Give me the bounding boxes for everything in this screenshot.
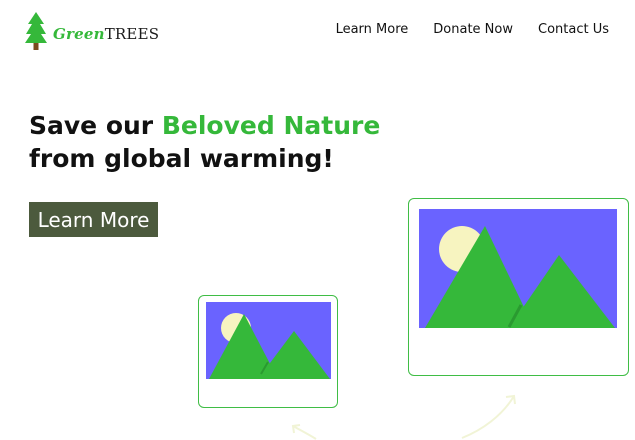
image-placeholder-icon — [419, 209, 617, 328]
curved-arrow-icon — [461, 394, 516, 439]
hero-title-accent: Beloved Nature — [161, 111, 381, 140]
hero-title-part1: Save our — [29, 111, 162, 140]
nav-learn-more[interactable]: Learn More — [336, 22, 409, 37]
learn-more-button[interactable]: Learn More — [29, 202, 158, 237]
nav-contact-us[interactable]: Contact Us — [538, 22, 609, 37]
image-card-large — [408, 198, 629, 376]
brand-name-trees: TREES — [104, 25, 160, 43]
curved-arrow-icon — [291, 424, 317, 440]
main-nav: Learn More Donate Now Contact Us — [336, 22, 609, 37]
nav-donate-now[interactable]: Donate Now — [433, 22, 513, 37]
image-placeholder-icon — [206, 302, 331, 379]
brand-name-green: Green — [53, 25, 105, 43]
hero-title-part2: from global warming! — [29, 144, 334, 173]
pine-tree-icon — [25, 12, 47, 50]
logo[interactable]: Green TREES — [25, 11, 159, 51]
hero-title: Save our Beloved Nature from global warm… — [29, 109, 380, 175]
image-card-small — [198, 295, 338, 408]
brand-name: Green TREES — [53, 25, 159, 43]
